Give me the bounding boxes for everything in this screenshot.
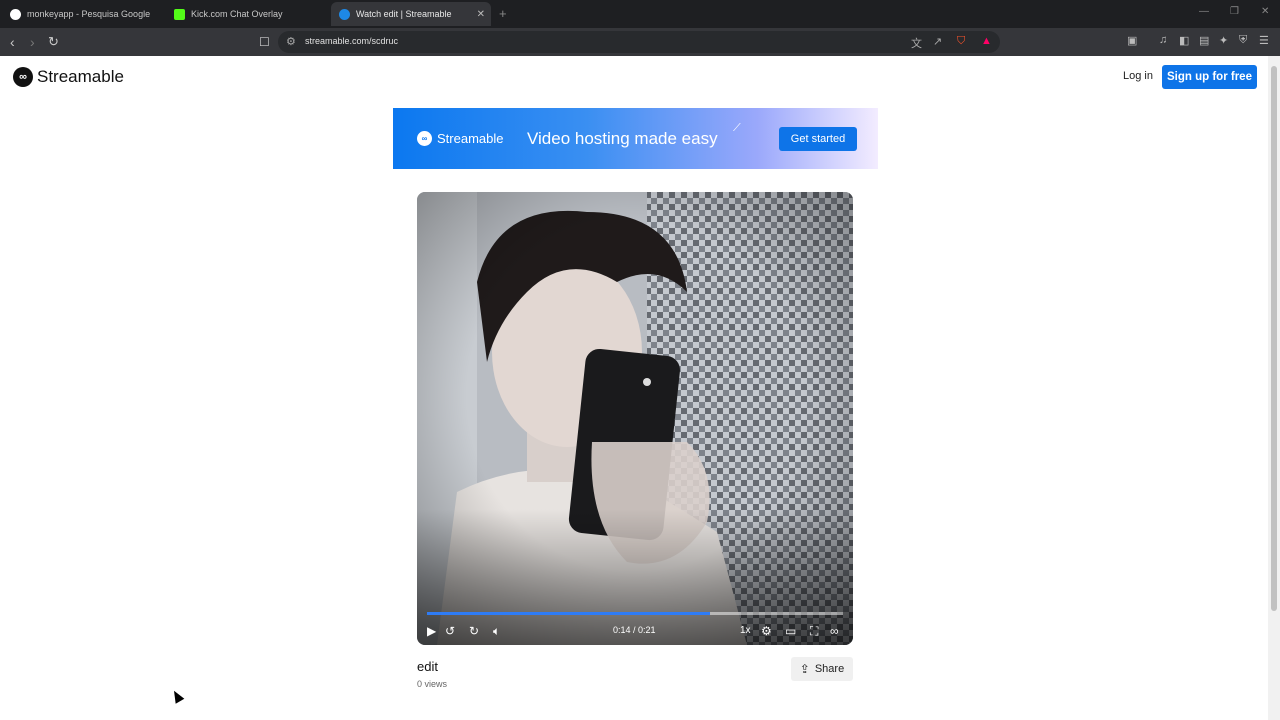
vpn-icon[interactable]: ⛨ (1239, 34, 1247, 47)
reload-icon[interactable]: ↻ (48, 33, 59, 51)
signup-button[interactable]: Sign up for free (1162, 65, 1257, 89)
login-link[interactable]: Log in (1123, 70, 1153, 82)
browser-tab-bar: monkeyapp - Pesquisa Google Kick.com Cha… (0, 0, 1280, 28)
url-text: streamable.com/scdruc (305, 36, 399, 46)
banner-logo: ∞ Streamable (417, 131, 503, 146)
video-title: edit (417, 659, 438, 674)
new-tab-icon[interactable]: + (499, 6, 507, 21)
promo-banner[interactable]: ∞ Streamable Video hosting made easy ⟋ G… (393, 108, 878, 169)
view-count: 0 views (417, 679, 448, 689)
get-started-button[interactable]: Get started (779, 127, 857, 151)
video-player[interactable]: ▶ ↺ ↻ 🔈︎ 0:14 / 0:21 1x ⚙ ▭ ⛶ ∞ (417, 192, 853, 645)
browser-toolbar: ‹ › ↻ ☐ ⚙ streamable.com/scdruc 文 ↗ ⛉ ▲ … (0, 28, 1280, 56)
playback-speed[interactable]: 1x (740, 625, 751, 636)
tab-title: monkeyapp - Pesquisa Google (27, 9, 151, 19)
sparkle-icon: ⟋ (733, 122, 741, 134)
leo-ai-icon[interactable]: ✦ (1219, 34, 1228, 47)
tab-title: Watch edit | Streamable (356, 9, 452, 19)
media-icon[interactable]: ♫ (1159, 34, 1167, 46)
translate-icon[interactable]: 文 (911, 35, 922, 51)
menu-icon[interactable]: ☰ (1259, 34, 1269, 47)
play-icon[interactable]: ▶ (427, 624, 436, 638)
page-content: ∞ Streamable Log in Sign up for free ∞ S… (0, 56, 1268, 720)
address-bar[interactable]: ⚙ streamable.com/scdruc 文 ↗ ⛉ ▲ (278, 31, 1000, 53)
picture-in-picture-icon[interactable]: ▭ (785, 624, 796, 638)
progress-bar[interactable] (427, 612, 843, 615)
banner-logo-text: Streamable (437, 131, 504, 146)
streamable-player-icon[interactable]: ∞ (830, 624, 839, 638)
share-button[interactable]: ⇪ Share (791, 657, 853, 681)
share-icon: ⇪ (799, 662, 810, 676)
forward-skip-icon[interactable]: ↻ (469, 624, 479, 638)
brave-shields-icon[interactable]: ⛉ (957, 35, 965, 48)
fullscreen-icon[interactable]: ⛶ (810, 624, 818, 638)
banner-tagline: Video hosting made easy (527, 129, 718, 148)
volume-icon[interactable]: 🔈︎ (493, 624, 500, 638)
mouse-cursor (169, 688, 185, 704)
time-display: 0:14 / 0:21 (613, 625, 656, 635)
close-window-icon[interactable]: ✕ (1261, 6, 1269, 17)
minimize-icon[interactable]: — (1199, 6, 1209, 17)
scrollbar-thumb[interactable] (1271, 66, 1277, 611)
google-icon (10, 8, 21, 20)
back-icon[interactable]: ‹ (10, 33, 15, 51)
banner-logo-icon: ∞ (417, 131, 432, 146)
streamable-logo[interactable]: ∞ Streamable (13, 67, 124, 87)
page-scrollbar[interactable] (1268, 56, 1280, 720)
logo-text: Streamable (37, 67, 124, 86)
wallet-icon[interactable]: ▤ (1199, 34, 1209, 47)
browser-tab-google[interactable]: monkeyapp - Pesquisa Google (2, 2, 162, 26)
streamable-icon (339, 8, 350, 20)
video-frame (417, 192, 853, 645)
share-label: Share (814, 663, 845, 675)
brave-rewards-icon[interactable]: ▲ (981, 35, 992, 47)
bookmark-icon[interactable]: ☐ (259, 33, 270, 51)
site-info-icon[interactable]: ⚙ (286, 35, 296, 48)
extensions-icon[interactable]: ▣ (1127, 34, 1137, 47)
progress-fill (427, 612, 710, 615)
forward-icon[interactable]: › (30, 33, 35, 51)
browser-tab-streamable[interactable]: Watch edit | Streamable ✕ (331, 2, 491, 26)
logo-icon: ∞ (13, 67, 33, 87)
tab-title: Kick.com Chat Overlay (191, 9, 283, 19)
browser-tab-kick[interactable]: Kick.com Chat Overlay (166, 2, 326, 26)
kick-icon (174, 8, 185, 20)
share-page-icon[interactable]: ↗ (933, 35, 942, 48)
restore-icon[interactable]: ❐ (1230, 6, 1239, 17)
settings-icon[interactable]: ⚙ (761, 624, 772, 638)
sidebar-icon[interactable]: ◧ (1179, 34, 1189, 47)
close-tab-icon[interactable]: ✕ (477, 9, 485, 20)
rewind-icon[interactable]: ↺ (445, 624, 455, 638)
